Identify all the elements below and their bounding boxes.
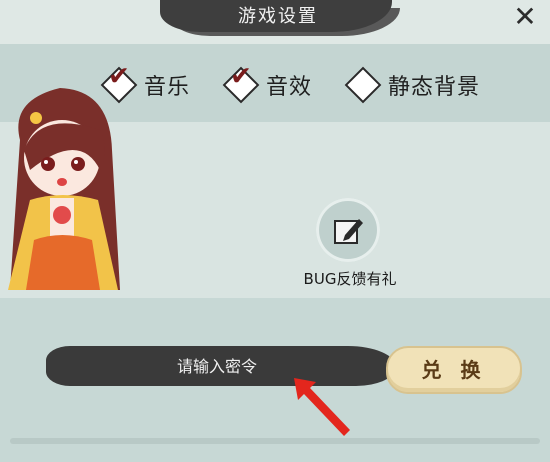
character-illustration [8, 88, 120, 290]
option-static-bg[interactable]: 静态背景 [344, 66, 481, 104]
password-input[interactable] [110, 352, 324, 380]
dialog-title: 游戏设置 [238, 6, 318, 27]
option-label: 音乐 [144, 75, 191, 100]
check-icon: ✔ [230, 61, 252, 92]
close-icon[interactable]: ✕ [508, 2, 542, 34]
redeem-button[interactable]: 兑 换 [386, 346, 522, 394]
bottom-rail [10, 438, 540, 444]
option-sound[interactable]: ✔ 音效 [222, 61, 313, 104]
bug-report-label[interactable]: BUG反馈有礼 [270, 268, 430, 289]
option-label: 静态背景 [388, 75, 481, 100]
checkbox[interactable] [344, 66, 382, 104]
option-label: 音效 [266, 75, 313, 100]
settings-dialog: 游戏设置 ✕ ✔ 音乐 ✔ 音效 静态背景 BUG反馈有礼 请输入密令 兑 换 [0, 0, 550, 462]
checkbox[interactable]: ✔ [222, 61, 260, 104]
pointer-arrow-icon [294, 378, 350, 436]
edit-icon[interactable] [316, 198, 380, 262]
